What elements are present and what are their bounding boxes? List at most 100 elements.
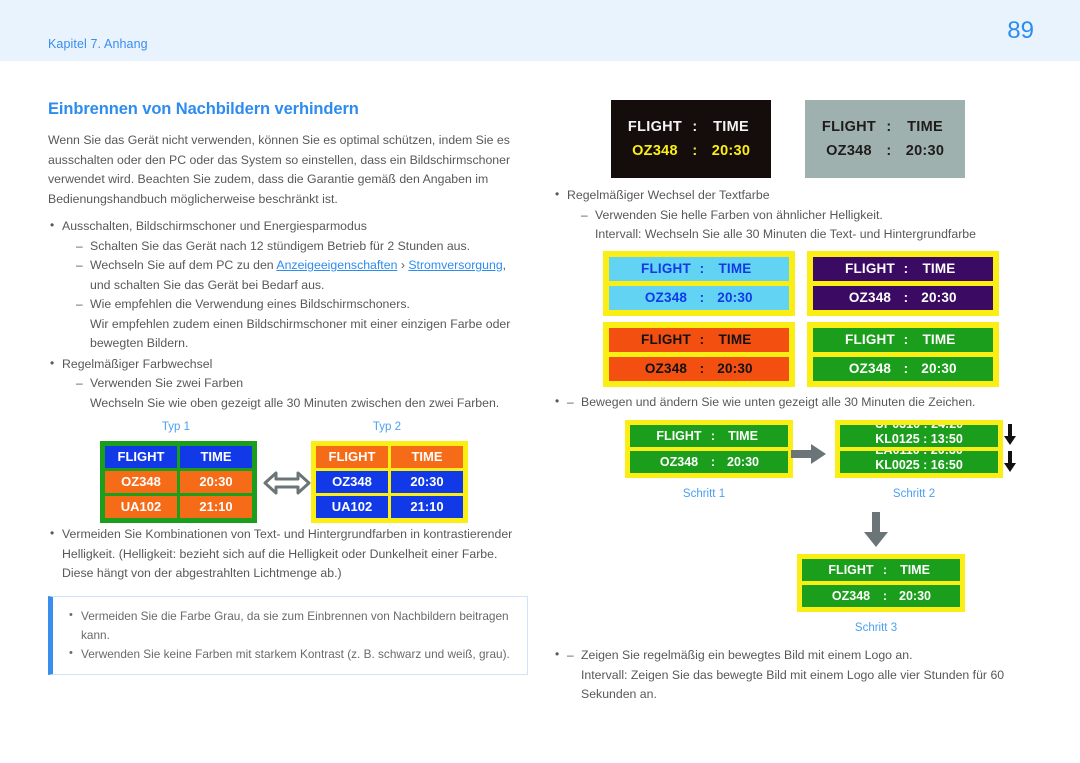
colon: : — [903, 290, 909, 305]
typ-comparison-figure: Typ 1 Typ 2 FLIGHT TIME OZ348 20:30 UA102 21:… — [48, 421, 528, 523]
flight-value: OZ348 — [644, 290, 688, 305]
page-number: 89 — [1007, 17, 1034, 44]
schritt3-caption: Schritt 3 — [854, 622, 898, 634]
flight-label: FLIGHT — [845, 332, 895, 347]
scroll-text-lower: KL0025 : 16:50 — [875, 458, 963, 472]
list-item: Regelmäßiger Farbwechsel Verwenden Sie z… — [48, 354, 528, 414]
typ2-caption: Typ 2 — [372, 421, 402, 433]
typ1-flight-board: FLIGHT TIME OZ348 20:30 UA102 21:10 — [100, 441, 257, 523]
flight-value: OZ348 — [848, 290, 892, 305]
sub-text: Verwenden Sie helle Farben von ähnlicher… — [595, 207, 883, 222]
board-data-cell: 20:30 — [391, 471, 463, 493]
board-line-header: FLIGHT : TIME — [821, 119, 949, 135]
board-header-cell: FLIGHT — [316, 446, 388, 468]
colon: : — [886, 119, 892, 135]
colon: : — [710, 455, 716, 469]
flight-value: OZ348 — [644, 361, 688, 376]
left-bullet-list-2: Vermeiden Sie Kombinationen von Text- un… — [48, 524, 528, 584]
left-sublist-1: Schalten Sie das Gerät nach 12 stündigem… — [62, 237, 528, 354]
time-value: 20:30 — [899, 589, 931, 603]
chapter-label: Kapitel 7. Anhang — [48, 37, 148, 51]
sub-note: Wir empfehlen zudem einen Bildschirmscho… — [90, 316, 511, 351]
right-sublist-1: Verwenden Sie helle Farben von ähnlicher… — [567, 206, 1043, 245]
board-data-cell: 21:10 — [180, 496, 252, 518]
scroll-text-upper: EA0110 : 20:30 — [840, 451, 998, 457]
board-data-cell: OZ348 — [105, 471, 177, 493]
gray-flight-board: FLIGHT : TIME OZ348 : 20:30 — [805, 100, 965, 178]
right-sublist-2: Bewegen und ändern Sie wie unten gezeigt… — [567, 393, 1043, 413]
colon: : — [699, 332, 705, 347]
list-item: Wie empfehlen die Verwendung eines Bilds… — [76, 295, 528, 354]
board-line-header: FLIGHT : TIME — [627, 119, 755, 135]
board-header-cell: FLIGHT — [105, 446, 177, 468]
list-item: Schalten Sie das Gerät nach 12 stündigem… — [76, 237, 528, 257]
link-stromversorgung[interactable]: Stromversorgung — [408, 258, 502, 272]
color-board-row: FLIGHT: TIME OZ348:20:30 FLIGHT: TIME OZ348:2… — [603, 321, 1023, 387]
schritt2-caption: Schritt 2 — [892, 488, 936, 500]
time-value: 20:30 — [717, 361, 753, 376]
list-item: Ausschalten, Bildschirmschoner und Energ… — [48, 216, 528, 354]
note-text: Verwenden Sie keine Farben mit starkem K… — [81, 646, 510, 661]
board-line-value: OZ348:20:30 — [813, 285, 993, 310]
right-column: FLIGHT : TIME OZ348 : 20:30 FLIGHT : TIM… — [553, 100, 1043, 706]
time-value: 20:30 — [727, 455, 759, 469]
typ2-flight-board: FLIGHT TIME OZ348 20:30 UA102 21:10 — [311, 441, 468, 523]
colon: : — [882, 563, 888, 577]
colon: : — [903, 261, 909, 276]
flight-value: OZ348 — [826, 143, 872, 159]
board-line-value: OZ348:20:30 — [609, 356, 789, 381]
time-value: 20:30 — [921, 290, 957, 305]
flight-label: FLIGHT — [627, 119, 683, 135]
list-item: Regelmäßiger Wechsel der Textfarbe Verwe… — [553, 185, 1043, 245]
intro-paragraph: Wenn Sie das Gerät nicht verwenden, könn… — [48, 133, 511, 206]
time-label: TIME — [718, 332, 752, 347]
board-line-header: FLIGHT: TIME — [813, 327, 993, 352]
double-arrow-icon — [263, 471, 311, 495]
time-value: 20:30 — [717, 290, 753, 305]
scrolling-line-1: UP0310 : 24:20 KL0125 : 13:50 — [840, 425, 998, 447]
colon: : — [903, 332, 909, 347]
note-text: Vermeiden Sie die Farbe Grau, da sie zum… — [81, 608, 509, 642]
list-item: Verwenden Sie helle Farben von ähnlicher… — [581, 206, 1043, 245]
link-anzeigeeigenschaften[interactable]: Anzeigeeigenschaften — [276, 258, 397, 272]
board-header-cell: TIME — [391, 446, 463, 468]
left-sublist-2: Verwenden Sie zwei Farben Wechseln Sie w… — [62, 374, 528, 413]
sub-text: Bewegen und ändern Sie wie unten gezeigt… — [581, 394, 976, 409]
colon: : — [903, 361, 909, 376]
board-line-value: OZ348 : 20:30 — [802, 585, 960, 607]
bullet-text: Vermeiden Sie Kombinationen von Text- un… — [62, 527, 513, 580]
board-line-header: FLIGHT: TIME — [609, 327, 789, 352]
green-board: FLIGHT: TIME OZ348:20:30 — [807, 321, 999, 387]
board-line-value: OZ348:20:30 — [609, 285, 789, 310]
board-line-value: OZ348 : 20:30 — [630, 451, 788, 473]
schritt3-area: FLIGHT : TIME OZ348 : 20:30 Schritt 3 — [553, 512, 1043, 646]
time-label: TIME — [922, 261, 956, 276]
left-column: Einbrennen von Nachbildern verhindern We… — [48, 100, 528, 675]
sub-note: Wechseln Sie wie oben gezeigt alle 30 Mi… — [90, 395, 500, 410]
scroll-text-upper: UP0310 : 24:20 — [840, 425, 998, 431]
list-item: Bewegen und ändern Sie wie unten gezeigt… — [553, 392, 1043, 413]
colon: : — [692, 119, 698, 135]
page-header-band — [0, 0, 1080, 61]
orange-board: FLIGHT: TIME OZ348:20:30 — [603, 321, 795, 387]
colon: : — [882, 589, 888, 603]
board-line-header: FLIGHT : TIME — [630, 425, 788, 447]
sub-text: Verwenden Sie zwei Farben — [90, 376, 244, 390]
schritt1-board: FLIGHT : TIME OZ348 : 20:30 — [625, 420, 793, 478]
board-line-value: OZ348 : 20:30 — [821, 143, 949, 159]
flight-label: FLIGHT — [845, 261, 895, 276]
flight-label: FLIGHT — [828, 563, 874, 577]
board-line-header: FLIGHT: TIME — [609, 256, 789, 281]
page-title: Einbrennen von Nachbildern verhindern — [48, 100, 359, 118]
flight-label: FLIGHT — [821, 119, 877, 135]
sub-text: Zeigen Sie regelmäßig ein bewegtes Bild … — [581, 648, 913, 662]
list-item: Wechseln Sie auf dem PC zu den Anzeigeei… — [76, 256, 528, 295]
time-label: TIME — [728, 429, 758, 443]
right-bullet-list-1: Regelmäßiger Wechsel der Textfarbe Verwe… — [553, 185, 1043, 245]
schritt1-caption: Schritt 1 — [682, 488, 726, 500]
schritt-figure: FLIGHT : TIME OZ348 : 20:30 Schritt 1 UP… — [553, 416, 1043, 516]
board-data-cell: UA102 — [105, 496, 177, 518]
schritt2-board: UP0310 : 24:20 KL0125 : 13:50 EA0110 : 2… — [835, 420, 1003, 478]
flight-value: OZ348 — [831, 589, 871, 603]
board-line-header: FLIGHT : TIME — [802, 559, 960, 581]
